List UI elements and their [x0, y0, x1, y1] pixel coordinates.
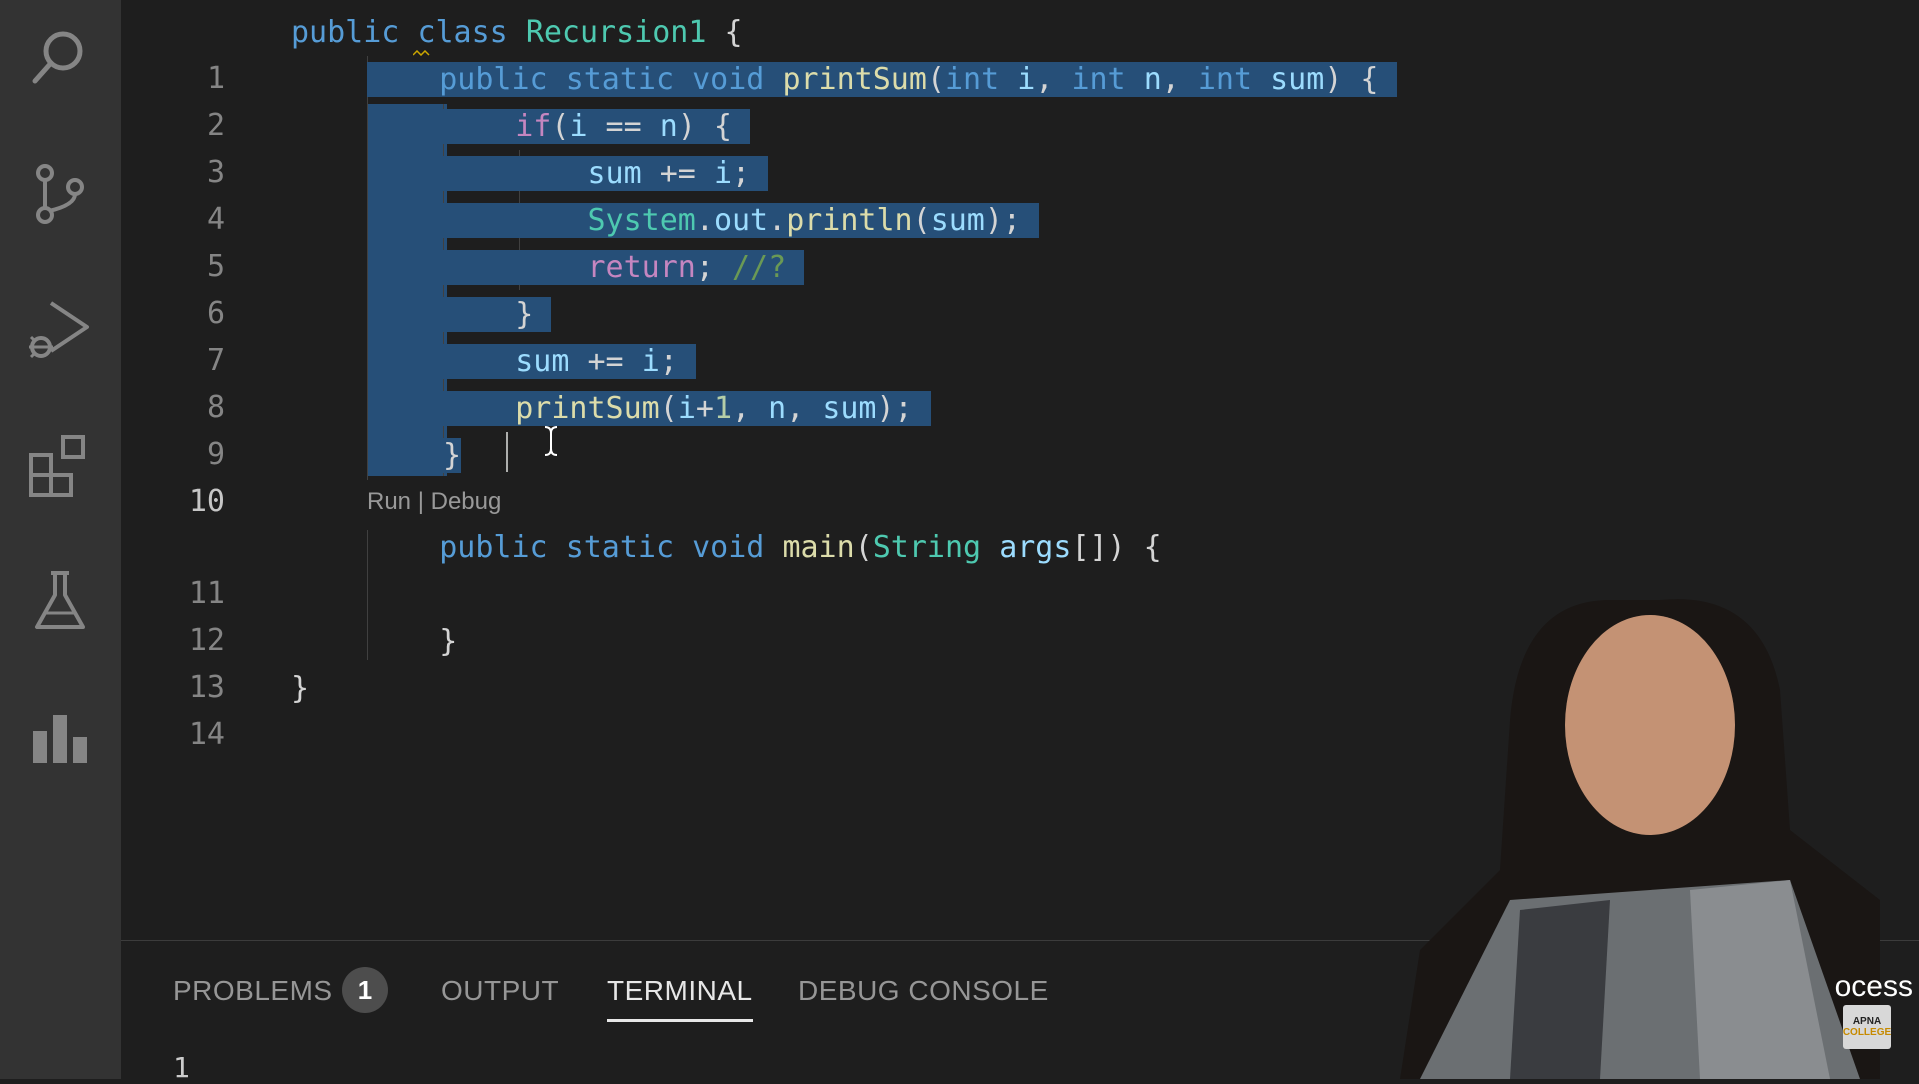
- line-number: 14: [188, 717, 225, 752]
- presenter-video-overlay: [1400, 599, 1880, 1079]
- text-cursor: [506, 432, 508, 472]
- search-icon[interactable]: [22, 20, 98, 96]
- ibeam-cursor-icon: [544, 426, 558, 456]
- apna-college-logo: APNA COLLEGE: [1843, 1005, 1891, 1049]
- tab-output[interactable]: OUTPUT: [441, 975, 559, 1007]
- problems-count-badge: 1: [342, 967, 388, 1013]
- codelens: Run | Debug: [367, 488, 502, 515]
- codelens-run[interactable]: Run: [367, 488, 411, 515]
- warning-squiggle: [413, 50, 430, 56]
- code-line-4[interactable]: 4 sum += i;: [121, 151, 1919, 237]
- terminal-output[interactable]: 1: [173, 1051, 190, 1084]
- run-debug-icon[interactable]: [22, 292, 98, 368]
- code-line-1[interactable]: 1 public class Recursion1 {: [121, 10, 1919, 96]
- codelens-debug[interactable]: Debug: [431, 488, 502, 515]
- code-line-9[interactable]: 9 printSum(i+1, n, sum);: [121, 386, 1919, 472]
- code-line-8[interactable]: 8 sum += i;: [121, 339, 1919, 425]
- code-line-5[interactable]: 5 System.out.println(sum);: [121, 198, 1919, 284]
- selected-text: public static void printSum(int i, int n…: [367, 62, 1397, 97]
- code-line-6[interactable]: 6 return; //?: [121, 245, 1919, 331]
- code-line-2[interactable]: 2 public static void printSum(int i, int…: [121, 57, 1919, 143]
- extensions-icon[interactable]: [22, 428, 98, 504]
- testing-icon[interactable]: [22, 564, 98, 640]
- tab-debug-console[interactable]: DEBUG CONSOLE: [798, 975, 1049, 1007]
- code-line-3[interactable]: 3 if(i == n) {: [121, 104, 1919, 190]
- code-line-10[interactable]: 10 }: [121, 433, 1919, 519]
- activity-bar: [0, 0, 121, 1079]
- overlay-partial-text: ocess: [1834, 970, 1913, 1003]
- line-number: 10: [188, 484, 225, 519]
- chart-icon[interactable]: [22, 700, 98, 776]
- code-line-11[interactable]: 11 public static void main(String args[]…: [121, 525, 1919, 611]
- code-line-7[interactable]: 7 }: [121, 292, 1919, 378]
- source-control-icon[interactable]: [22, 156, 98, 232]
- tab-terminal[interactable]: TERMINAL: [607, 975, 753, 1022]
- tab-problems[interactable]: PROBLEMS: [173, 975, 333, 1007]
